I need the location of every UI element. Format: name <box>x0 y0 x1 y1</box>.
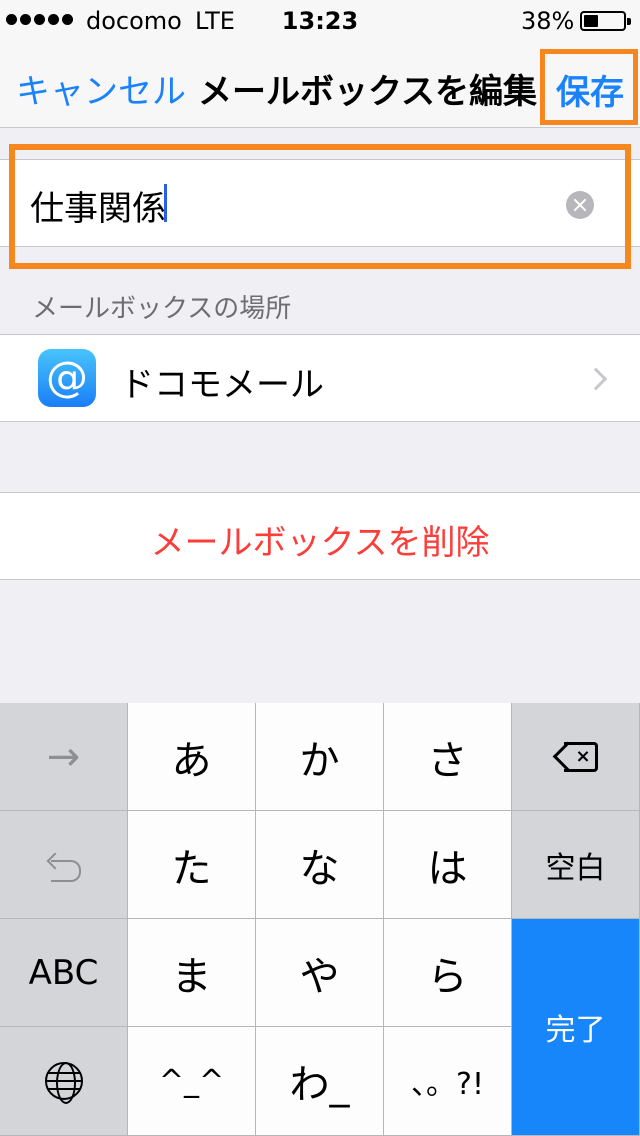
mail-account-icon: @ <box>38 349 96 407</box>
undo-key[interactable] <box>0 811 128 919</box>
key-na[interactable]: な <box>256 811 384 919</box>
delete-mailbox-label: メールボックスを削除 <box>150 523 490 563</box>
cancel-button[interactable]: キャンセル <box>16 64 186 113</box>
key-ta[interactable]: た <box>128 811 256 919</box>
name-field-highlight <box>9 144 631 269</box>
next-candidate-key[interactable]: → <box>0 703 128 811</box>
space-key[interactable]: 空白 <box>512 811 640 919</box>
backspace-key[interactable]: × <box>512 703 640 811</box>
done-key[interactable]: 完了 <box>512 919 640 1136</box>
delete-mailbox-button[interactable]: メールボックスを削除 <box>0 492 640 580</box>
key-emoticon[interactable]: ^_^ <box>128 1027 256 1136</box>
key-ya[interactable]: や <box>256 919 384 1027</box>
right-arrow-icon: → <box>46 733 81 780</box>
globe-icon <box>44 1062 83 1104</box>
undo-icon <box>47 850 81 882</box>
chevron-right-icon <box>584 367 608 391</box>
key-sa[interactable]: さ <box>384 703 512 811</box>
key-ha[interactable]: は <box>384 811 512 919</box>
status-bar: docomo LTE 13:23 38% <box>0 0 640 40</box>
key-punctuation[interactable]: 、。?! <box>384 1027 512 1136</box>
key-ma[interactable]: ま <box>128 919 256 1027</box>
location-account-label: ドコモメール <box>120 365 324 405</box>
navigation-bar: キャンセル メールボックスを編集 保存 <box>0 40 640 128</box>
save-button-highlight: 保存 <box>540 49 638 125</box>
keyboard: → あ か さ × た な は 空白 ABC ま や ら ^_^ わ_ 、。?!… <box>0 703 640 1136</box>
key-a[interactable]: あ <box>128 703 256 811</box>
globe-key[interactable] <box>0 1027 128 1136</box>
location-row[interactable]: @ ドコモメール <box>0 334 640 422</box>
key-wa[interactable]: わ_ <box>256 1027 384 1136</box>
location-section-title: メールボックスの場所 <box>32 294 292 324</box>
battery-percent: 38% <box>521 7 575 35</box>
backspace-icon: × <box>552 741 598 772</box>
page-title: メールボックスを編集 <box>198 72 537 112</box>
save-button[interactable]: 保存 <box>556 65 624 114</box>
battery-icon <box>580 11 631 31</box>
abc-key[interactable]: ABC <box>0 919 128 1027</box>
key-ka[interactable]: か <box>256 703 384 811</box>
key-ra[interactable]: ら <box>384 919 512 1027</box>
